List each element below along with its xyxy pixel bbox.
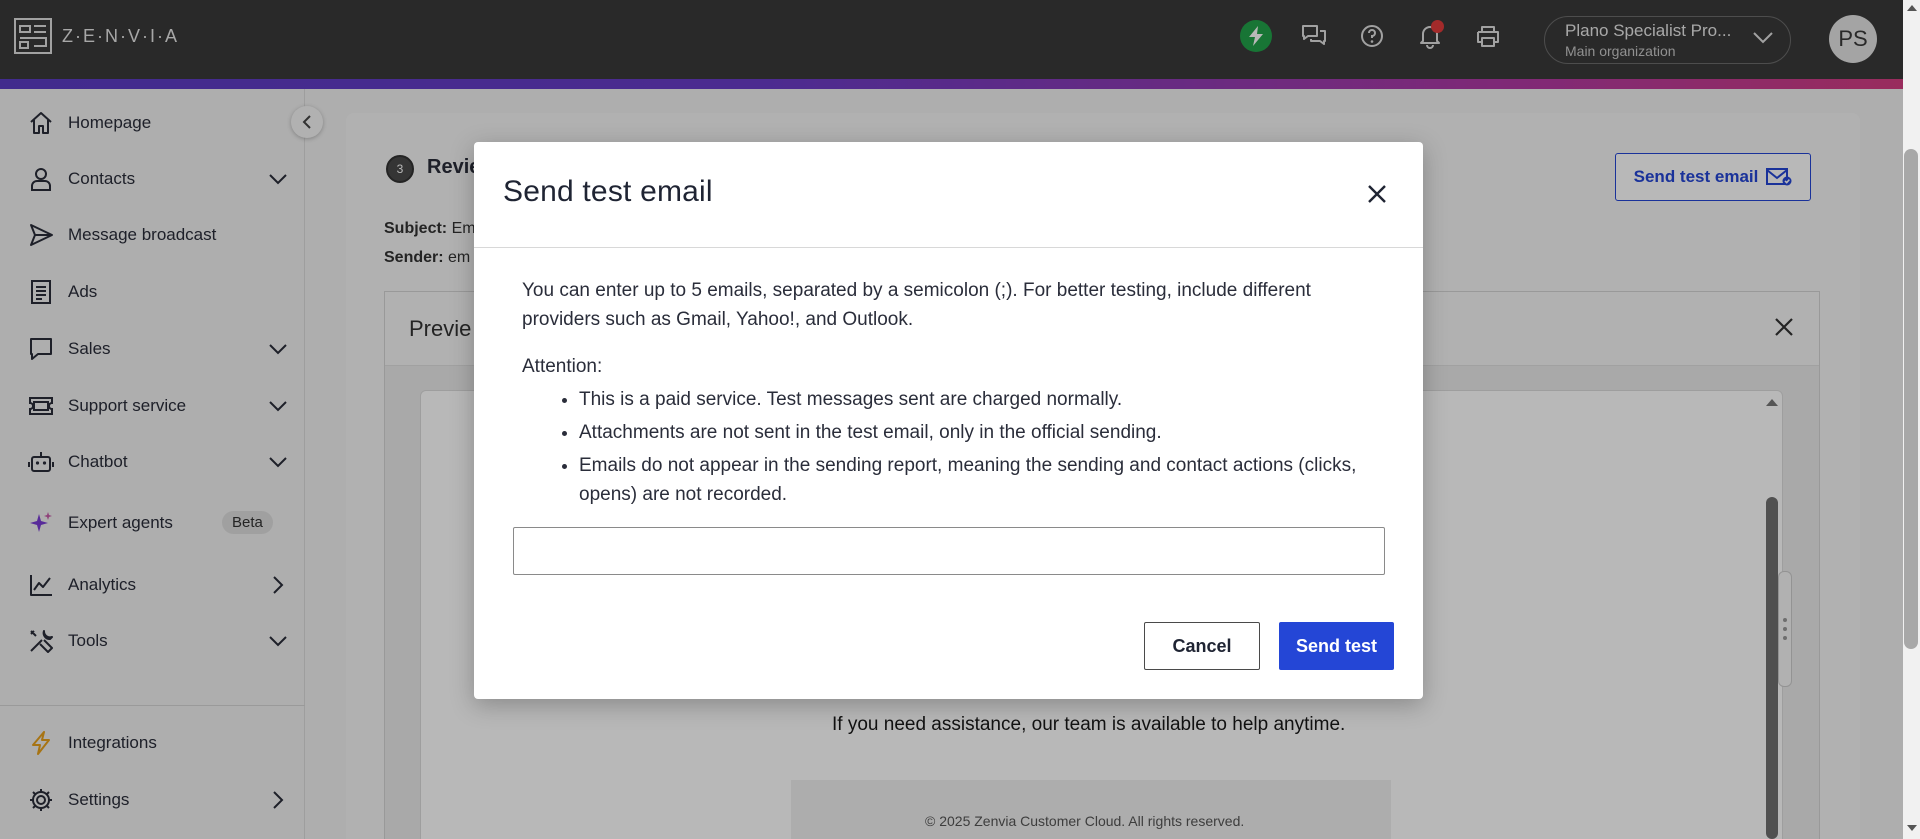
list-item: Attachments are not sent in the test ema… — [579, 418, 1392, 447]
list-item: Emails do not appear in the sending repo… — [579, 451, 1392, 509]
modal-close-button[interactable] — [1361, 178, 1393, 210]
close-icon — [1368, 185, 1386, 203]
page-scrollbar-thumb[interactable] — [1904, 149, 1918, 649]
email-addresses-input[interactable] — [513, 527, 1385, 575]
scroll-down-arrow-icon[interactable] — [1906, 824, 1918, 832]
modal-title: Send test email — [503, 175, 713, 208]
attention-label: Attention: — [522, 356, 603, 377]
send-test-button[interactable]: Send test — [1279, 622, 1394, 670]
attention-list: This is a paid service. Test messages se… — [579, 385, 1392, 509]
cancel-button[interactable]: Cancel — [1144, 622, 1260, 670]
scroll-up-arrow-icon[interactable] — [1906, 4, 1918, 12]
list-item: This is a paid service. Test messages se… — [579, 385, 1392, 414]
send-test-email-modal: Send test email You can enter up to 5 em… — [474, 142, 1423, 699]
modal-header: Send test email — [474, 142, 1423, 248]
modal-body: You can enter up to 5 emails, separated … — [522, 276, 1392, 509]
modal-intro-text: You can enter up to 5 emails, separated … — [522, 280, 1311, 330]
